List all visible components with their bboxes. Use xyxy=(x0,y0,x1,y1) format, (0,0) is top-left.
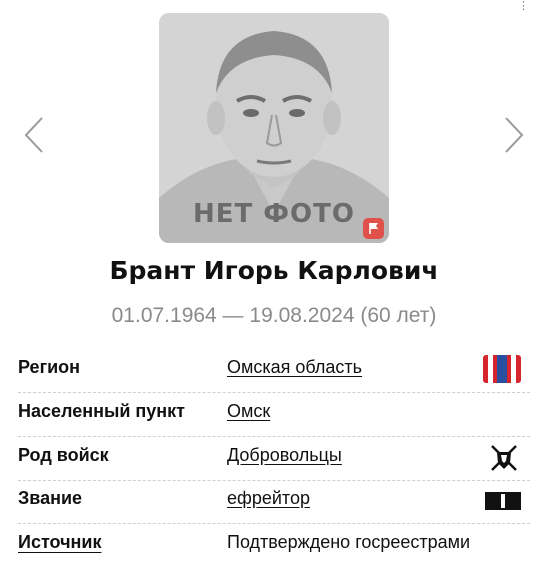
previous-arrow-button[interactable] xyxy=(20,114,48,156)
region-link[interactable]: Омская область xyxy=(227,357,362,378)
info-row-region: Регион Омская область xyxy=(18,349,530,393)
info-row-source: Источник Подтверждено госреестрами xyxy=(18,524,530,567)
info-row-branch: Род войск Добровольцы xyxy=(18,437,530,481)
rank-label: Звание xyxy=(18,488,83,508)
source-value: Подтверждено госреестрами xyxy=(227,532,471,552)
rank-insignia-icon xyxy=(485,492,521,515)
more-options-icon[interactable]: ⋮ xyxy=(518,1,529,12)
flag-icon xyxy=(369,223,378,234)
region-label: Регион xyxy=(18,357,80,377)
rank-link[interactable]: ефрейтор xyxy=(227,488,310,509)
person-name: Брант Игорь Карлович xyxy=(109,256,439,285)
branch-label: Род войск xyxy=(18,445,109,465)
volunteers-emblem-icon xyxy=(487,443,521,478)
report-button[interactable] xyxy=(363,218,384,239)
branch-link[interactable]: Добровольцы xyxy=(227,445,342,466)
portrait-photo: НЕТ ФОТО xyxy=(159,13,389,243)
settlement-link[interactable]: Омск xyxy=(227,401,270,422)
no-photo-label: НЕТ ФОТО xyxy=(192,199,356,229)
settlement-label: Населенный пункт xyxy=(18,401,186,421)
region-flag-icon xyxy=(483,355,521,388)
info-row-rank: Звание ефрейтор xyxy=(18,480,530,524)
source-label[interactable]: Источник xyxy=(18,532,101,553)
info-row-settlement: Населенный пункт Омск xyxy=(18,393,530,437)
chevron-right-icon xyxy=(505,117,524,153)
life-dates: 01.07.1964 — 19.08.2024 (60 лет) xyxy=(111,304,437,327)
next-arrow-button[interactable] xyxy=(500,114,528,156)
chevron-left-icon xyxy=(24,117,43,153)
